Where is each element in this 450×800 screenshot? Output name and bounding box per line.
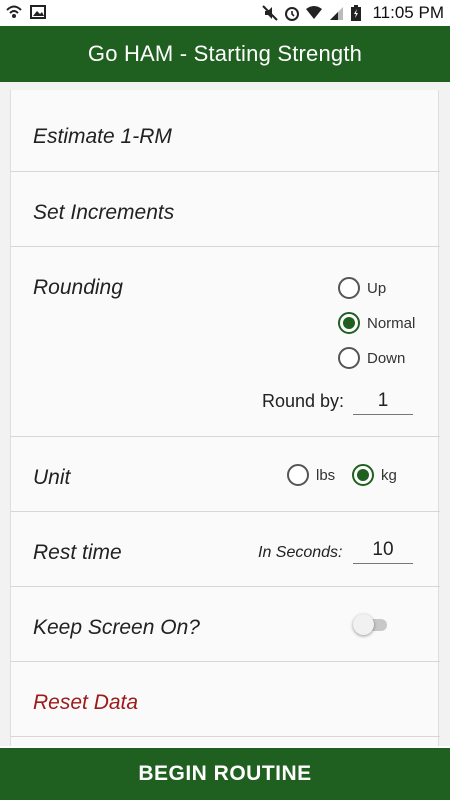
radio-button-icon[interactable] — [287, 464, 309, 486]
row-rounding: Rounding Up Normal Down Round by: — [11, 247, 440, 437]
row-reset-data[interactable]: Reset Data — [11, 662, 440, 737]
rest-time-input[interactable] — [353, 536, 413, 564]
wifi-icon — [306, 5, 323, 21]
battery-icon — [350, 5, 366, 21]
begin-routine-button[interactable]: BEGIN ROUTINE — [0, 748, 450, 800]
rounding-option-normal-label: Normal — [367, 314, 416, 332]
rounding-option-down[interactable]: Down — [338, 347, 405, 369]
settings-card: Estimate 1-RM Set Increments Rounding Up… — [10, 90, 440, 746]
round-by-label: Round by: — [262, 391, 345, 411]
status-bar: 11:05 PM — [0, 0, 450, 26]
radio-button-checked-icon[interactable] — [352, 464, 374, 486]
reset-data-label: Reset Data — [33, 691, 139, 714]
status-time: 11:05 PM — [372, 3, 444, 22]
row-estimate-1rm[interactable]: Estimate 1-RM — [11, 90, 440, 172]
wifi-call-icon — [6, 4, 22, 20]
radio-button-icon[interactable] — [338, 277, 360, 299]
rounding-option-down-label: Down — [367, 349, 406, 367]
row-rest-time: Rest time In Seconds: — [11, 512, 440, 587]
row-unit: Unit lbs kg — [11, 437, 440, 512]
keep-screen-on-toggle[interactable] — [353, 614, 389, 636]
unit-label: Unit — [33, 466, 71, 489]
row-set-increments[interactable]: Set Increments — [11, 172, 440, 247]
alarm-icon — [284, 5, 300, 21]
estimate-1rm-label: Estimate 1-RM — [33, 125, 172, 148]
round-by-input[interactable] — [353, 387, 413, 415]
unit-option-kg-label: kg — [381, 466, 397, 484]
rounding-option-up-label: Up — [367, 279, 387, 297]
row-keep-screen-on: Keep Screen On? — [11, 587, 440, 662]
app-title: Go HAM - Starting Strength — [87, 41, 363, 66]
rounding-label: Rounding — [33, 276, 123, 299]
app-bar: Go HAM - Starting Strength — [0, 26, 450, 82]
rest-seconds-label: In Seconds: — [258, 544, 343, 561]
keep-screen-on-label: Keep Screen On? — [33, 616, 200, 639]
unit-option-kg[interactable]: kg — [352, 464, 397, 486]
rest-time-label: Rest time — [33, 541, 122, 564]
begin-routine-label: BEGIN ROUTINE — [138, 762, 312, 785]
mute-icon — [262, 5, 279, 21]
set-increments-label: Set Increments — [33, 201, 175, 224]
unit-option-lbs[interactable]: lbs — [287, 464, 335, 486]
radio-button-checked-icon[interactable] — [338, 312, 360, 334]
signal-icon — [328, 5, 344, 21]
radio-button-icon[interactable] — [338, 347, 360, 369]
toggle-thumb — [353, 614, 374, 635]
unit-option-lbs-label: lbs — [316, 466, 336, 484]
settings-scroll-area[interactable]: Estimate 1-RM Set Increments Rounding Up… — [0, 82, 450, 746]
image-icon — [30, 4, 46, 20]
rounding-option-normal[interactable]: Normal — [338, 312, 415, 334]
rounding-option-up[interactable]: Up — [338, 277, 386, 299]
